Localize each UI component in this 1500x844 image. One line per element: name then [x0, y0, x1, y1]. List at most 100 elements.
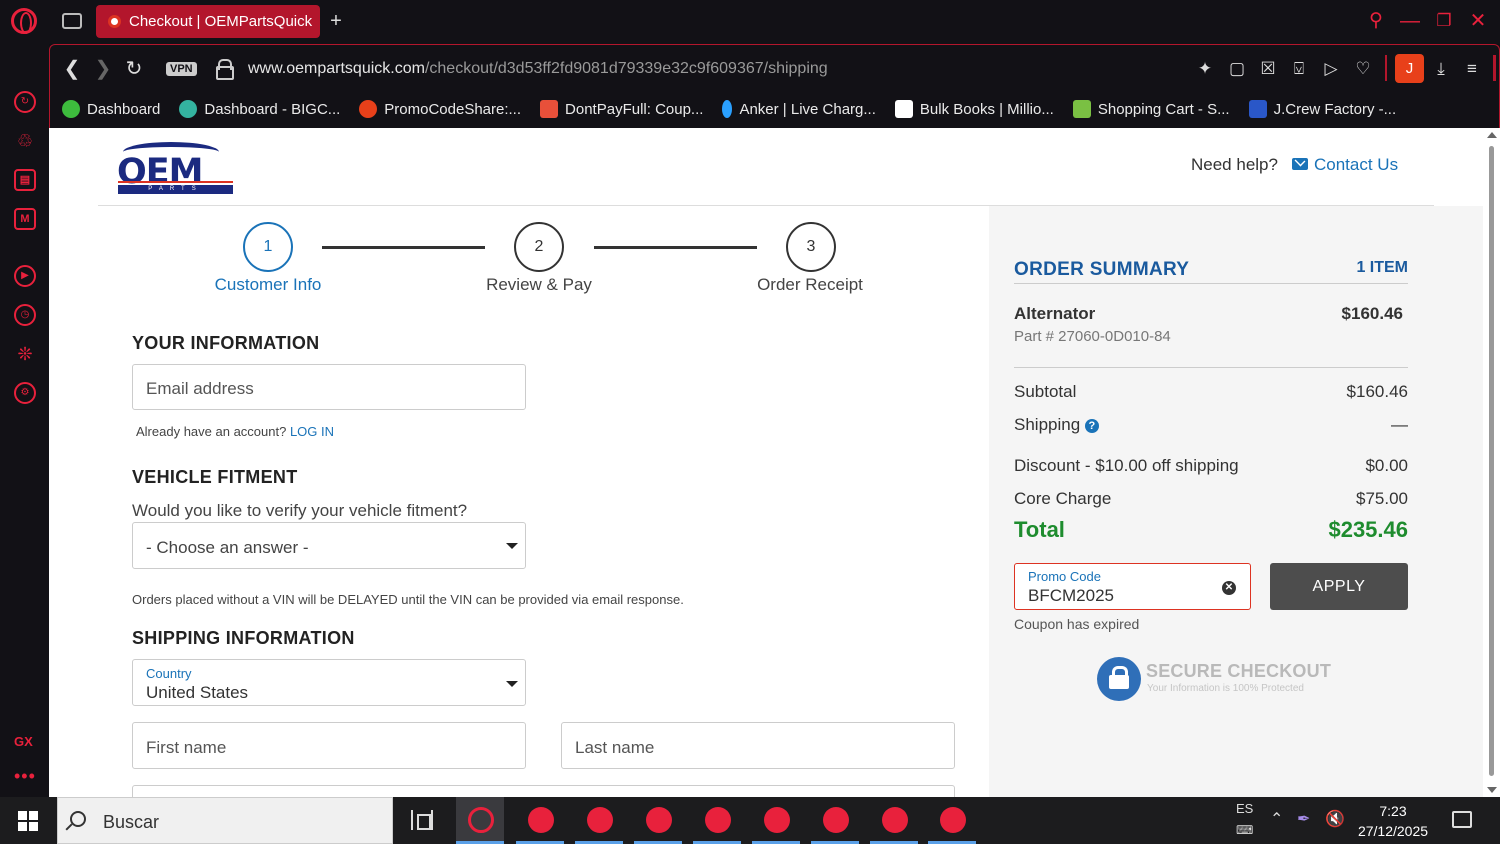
translate-icon[interactable]: ⍌ — [1288, 58, 1310, 80]
taskbar-opera-gx[interactable] — [928, 797, 976, 844]
taskbar-opera-gx[interactable] — [575, 797, 623, 844]
pin-icon[interactable]: ✦ — [1194, 58, 1216, 80]
send-icon[interactable]: ▷ — [1320, 58, 1342, 80]
volume-muted-icon[interactable]: 🔇 — [1325, 809, 1345, 829]
player-icon[interactable]: ▶ — [14, 265, 36, 287]
clock[interactable]: 7:23 27/12/2025 — [1354, 801, 1432, 841]
email-field[interactable]: Email address — [132, 364, 526, 410]
last-name-field[interactable]: Last name — [561, 722, 955, 769]
workspaces-icon[interactable] — [62, 13, 82, 29]
shipping-value: — — [1391, 415, 1408, 434]
scroll-up-icon[interactable] — [1487, 132, 1497, 138]
chevron-down-icon — [506, 681, 518, 687]
taskbar-opera-gx[interactable] — [516, 797, 564, 844]
login-link[interactable]: LOG IN — [290, 424, 334, 439]
language-indicator[interactable]: ES — [1236, 801, 1253, 816]
windows-start-icon[interactable] — [18, 811, 38, 831]
taskbar-opera-gx[interactable] — [752, 797, 800, 844]
line-item: Alternator $160.46 — [1014, 304, 1408, 324]
profile-avatar[interactable]: J — [1395, 54, 1424, 83]
notifications-icon[interactable] — [1452, 811, 1472, 828]
bookmark-dashboard-bigc[interactable]: Dashboard - BIGC... — [179, 100, 340, 118]
summary-divider — [1014, 367, 1408, 368]
step-3-circle: 3 — [786, 222, 836, 272]
bookmark-shopping-cart[interactable]: Shopping Cart - S... — [1072, 100, 1230, 118]
bookmark-favicon-icon — [179, 100, 198, 118]
snapshot-icon[interactable]: ▢ — [1226, 58, 1248, 80]
subtotal-row: Subtotal $160.46 — [1014, 382, 1408, 402]
scroll-down-icon[interactable] — [1487, 787, 1497, 793]
oem-parts-quick-logo[interactable]: OEM PARTS QUICK — [117, 142, 235, 201]
bookmark-favicon-icon — [540, 100, 559, 118]
vpn-badge[interactable]: VPN — [166, 62, 197, 76]
tab-checkout[interactable]: Checkout | OEMPartsQuick — [96, 5, 320, 38]
maximize-button[interactable]: ❐ — [1430, 8, 1458, 34]
address-field[interactable] — [132, 785, 955, 797]
task-view-icon[interactable] — [411, 810, 433, 830]
taskbar-opera-gx[interactable] — [693, 797, 741, 844]
back-icon[interactable]: ❮ — [61, 58, 83, 80]
gx-icon[interactable]: GX — [14, 734, 33, 749]
apply-button[interactable]: APPLY — [1270, 563, 1408, 610]
chevron-down-icon — [506, 543, 518, 549]
history-icon[interactable]: ◷ — [14, 304, 36, 326]
close-button[interactable]: ✕ — [1464, 8, 1492, 34]
country-select[interactable]: Country United States — [132, 659, 526, 706]
keyboard-icon[interactable]: ⌨ — [1236, 823, 1253, 837]
bookmark-favicon-icon — [1072, 100, 1091, 118]
bookmark-dashboard[interactable]: Dashboard — [62, 100, 160, 118]
secure-checkout-subtitle: Your Information is 100% Protected — [1147, 683, 1304, 694]
pen-icon[interactable]: ✒ — [1297, 809, 1310, 829]
bookmark-promocodeshare[interactable]: PromoCodeShare:... — [359, 100, 521, 118]
url-host: www.oempartsquick.com — [248, 60, 425, 77]
taskbar-opera-gx[interactable] — [811, 797, 859, 844]
new-tab-button[interactable]: + — [325, 10, 347, 32]
scroll-thumb[interactable] — [1489, 146, 1494, 776]
taskbar-opera-gx[interactable] — [634, 797, 682, 844]
forward-icon[interactable]: ❯ — [92, 58, 114, 80]
taskbar-search[interactable]: Buscar — [57, 797, 393, 844]
logo-sub: PARTS QUICK — [118, 185, 233, 201]
opera-menu-icon[interactable] — [11, 8, 37, 34]
bookmark-anker[interactable]: Anker | Live Charg... — [722, 100, 876, 118]
more-icon[interactable]: ••• — [14, 766, 36, 787]
twitch-icon[interactable]: ▤ — [14, 169, 36, 191]
page-scrollbar[interactable] — [1483, 128, 1500, 797]
download-icon[interactable]: ⤓ — [1430, 58, 1452, 80]
settings-gear-icon[interactable]: ⚙ — [14, 382, 36, 404]
speed-dial-icon[interactable]: ↻ — [14, 91, 36, 113]
contact-us-link[interactable]: Contact Us — [1292, 155, 1398, 175]
address-bar[interactable]: www.oempartsquick.com/checkout/d3d53ff2f… — [248, 59, 828, 79]
adblock-icon[interactable]: ☒ — [1257, 58, 1279, 80]
minimize-button[interactable]: — — [1396, 8, 1424, 34]
help-icon[interactable]: ? — [1084, 418, 1099, 433]
clock-time: 7:23 — [1379, 803, 1407, 819]
messenger-icon[interactable]: M — [14, 208, 36, 230]
vehicle-fitment-title: VEHICLE FITMENT — [132, 467, 298, 487]
bookmark-dontpayfull[interactable]: DontPayFull: Coup... — [540, 100, 703, 118]
taskbar-opera[interactable] — [456, 797, 504, 844]
discount-label: Discount - $10.00 off shipping — [1014, 456, 1239, 475]
need-help-text: Need help? — [1191, 155, 1278, 174]
bookmark-bulk-books[interactable]: Bulk Books | Millio... — [894, 100, 1054, 118]
secure-checkout-badge: SECURE CHECKOUT Your Information is 100%… — [1097, 657, 1337, 703]
first-name-field[interactable]: First name — [132, 722, 526, 769]
taskbar-opera-gx[interactable] — [870, 797, 918, 844]
reload-icon[interactable]: ↻ — [123, 58, 145, 80]
taskbar: Buscar ES ⌨ ⌃ ✒ 🔇 7:23 27/12/2025 — [0, 797, 1500, 844]
opera-gx-icon — [587, 807, 613, 833]
chevron-up-icon[interactable]: ⌃ — [1270, 809, 1283, 829]
step-2-label: Review & Pay — [486, 275, 592, 294]
lock-icon — [1097, 657, 1141, 701]
bookmark-jcrew[interactable]: J.Crew Factory -... — [1248, 100, 1396, 118]
heart-icon[interactable]: ♡ — [1352, 58, 1374, 80]
menu-icon[interactable]: ≡ — [1461, 58, 1483, 80]
clear-icon[interactable]: ✕ — [1222, 581, 1236, 595]
extensions-icon[interactable]: ❊ — [14, 343, 36, 365]
bag-icon[interactable]: ♲ — [14, 130, 36, 152]
lock-icon[interactable] — [216, 59, 234, 80]
search-tabs-icon[interactable]: ⚲ — [1362, 8, 1390, 34]
fitment-select[interactable]: - Choose an answer - — [132, 522, 526, 569]
promo-code-field[interactable]: Promo Code BFCM2025 ✕ — [1014, 563, 1251, 610]
opera-gx-icon — [882, 807, 908, 833]
